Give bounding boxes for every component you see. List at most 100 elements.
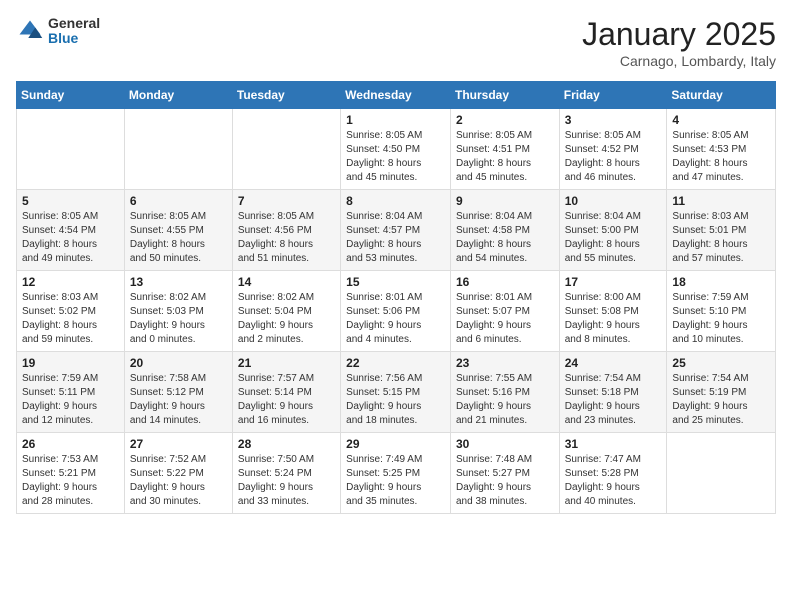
- calendar-cell: [232, 109, 340, 190]
- day-info: Sunrise: 8:05 AM Sunset: 4:55 PM Dayligh…: [130, 210, 227, 266]
- calendar-week-5: 26 Sunrise: 7:53 AM Sunset: 5:21 PM Dayli…: [17, 433, 776, 514]
- calendar-cell: 7 Sunrise: 8:05 AM Sunset: 4:56 PM Daylig…: [232, 190, 340, 271]
- calendar-header: SundayMondayTuesdayWednesdayThursdayFrid…: [17, 82, 776, 109]
- day-info: Sunrise: 7:56 AM Sunset: 5:15 PM Dayligh…: [346, 372, 445, 428]
- day-number: 28: [238, 437, 335, 451]
- logo-general-text: General: [48, 16, 100, 31]
- day-info: Sunrise: 8:05 AM Sunset: 4:52 PM Dayligh…: [565, 129, 662, 185]
- day-info: Sunrise: 7:47 AM Sunset: 5:28 PM Dayligh…: [565, 453, 662, 509]
- calendar-cell: 23 Sunrise: 7:55 AM Sunset: 5:16 PM Dayli…: [450, 352, 559, 433]
- calendar-cell: [17, 109, 125, 190]
- day-info: Sunrise: 7:55 AM Sunset: 5:16 PM Dayligh…: [456, 372, 554, 428]
- calendar-cell: 28 Sunrise: 7:50 AM Sunset: 5:24 PM Dayli…: [232, 433, 340, 514]
- day-number: 20: [130, 356, 227, 370]
- logo-icon: [16, 17, 44, 45]
- calendar-week-1: 1 Sunrise: 8:05 AM Sunset: 4:50 PM Daylig…: [17, 109, 776, 190]
- day-info: Sunrise: 8:04 AM Sunset: 4:58 PM Dayligh…: [456, 210, 554, 266]
- calendar-cell: 17 Sunrise: 8:00 AM Sunset: 5:08 PM Dayli…: [559, 271, 667, 352]
- day-info: Sunrise: 8:02 AM Sunset: 5:04 PM Dayligh…: [238, 291, 335, 347]
- day-number: 31: [565, 437, 662, 451]
- day-number: 25: [672, 356, 770, 370]
- header-day-monday: Monday: [124, 82, 232, 109]
- calendar-cell: 26 Sunrise: 7:53 AM Sunset: 5:21 PM Dayli…: [17, 433, 125, 514]
- header-row: SundayMondayTuesdayWednesdayThursdayFrid…: [17, 82, 776, 109]
- day-number: 21: [238, 356, 335, 370]
- day-info: Sunrise: 7:57 AM Sunset: 5:14 PM Dayligh…: [238, 372, 335, 428]
- calendar-cell: 22Sunrise: 7:56 AM Sunset: 5:15 PM Dayli…: [341, 352, 451, 433]
- day-number: 8: [346, 194, 445, 208]
- calendar-cell: 6 Sunrise: 8:05 AM Sunset: 4:55 PM Daylig…: [124, 190, 232, 271]
- day-number: 27: [130, 437, 227, 451]
- day-number: 18: [672, 275, 770, 289]
- header-day-friday: Friday: [559, 82, 667, 109]
- day-info: Sunrise: 8:02 AM Sunset: 5:03 PM Dayligh…: [130, 291, 227, 347]
- calendar-week-4: 19 Sunrise: 7:59 AM Sunset: 5:11 PM Dayli…: [17, 352, 776, 433]
- day-number: 19: [22, 356, 119, 370]
- day-info: Sunrise: 7:59 AM Sunset: 5:10 PM Dayligh…: [672, 291, 770, 347]
- day-number: 24: [565, 356, 662, 370]
- day-number: 29: [346, 437, 445, 451]
- day-info: Sunrise: 7:54 AM Sunset: 5:18 PM Dayligh…: [565, 372, 662, 428]
- day-number: 14: [238, 275, 335, 289]
- day-number: 26: [22, 437, 119, 451]
- calendar-cell: 10Sunrise: 8:04 AM Sunset: 5:00 PM Dayli…: [559, 190, 667, 271]
- title-area: January 2025 Carnago, Lombardy, Italy: [582, 16, 776, 69]
- day-info: Sunrise: 8:05 AM Sunset: 4:50 PM Dayligh…: [346, 129, 445, 185]
- calendar-cell: 1 Sunrise: 8:05 AM Sunset: 4:50 PM Daylig…: [341, 109, 451, 190]
- day-number: 6: [130, 194, 227, 208]
- day-number: 11: [672, 194, 770, 208]
- month-title: January 2025: [582, 16, 776, 53]
- day-number: 17: [565, 275, 662, 289]
- calendar-cell: 20 Sunrise: 7:58 AM Sunset: 5:12 PM Dayli…: [124, 352, 232, 433]
- day-number: 3: [565, 113, 662, 127]
- page-header: General Blue January 2025 Carnago, Lomba…: [16, 16, 776, 69]
- calendar-cell: 24 Sunrise: 7:54 AM Sunset: 5:18 PM Dayli…: [559, 352, 667, 433]
- calendar-cell: 5 Sunrise: 8:05 AM Sunset: 4:54 PM Daylig…: [17, 190, 125, 271]
- day-number: 16: [456, 275, 554, 289]
- calendar-cell: 21 Sunrise: 7:57 AM Sunset: 5:14 PM Dayli…: [232, 352, 340, 433]
- day-info: Sunrise: 8:05 AM Sunset: 4:51 PM Dayligh…: [456, 129, 554, 185]
- header-day-thursday: Thursday: [450, 82, 559, 109]
- day-number: 9: [456, 194, 554, 208]
- day-info: Sunrise: 8:04 AM Sunset: 5:00 PM Dayligh…: [565, 210, 662, 266]
- day-number: 30: [456, 437, 554, 451]
- day-info: Sunrise: 8:03 AM Sunset: 5:01 PM Dayligh…: [672, 210, 770, 266]
- day-info: Sunrise: 7:48 AM Sunset: 5:27 PM Dayligh…: [456, 453, 554, 509]
- day-info: Sunrise: 8:05 AM Sunset: 4:56 PM Dayligh…: [238, 210, 335, 266]
- calendar-cell: 4Sunrise: 8:05 AM Sunset: 4:53 PM Daylig…: [667, 109, 776, 190]
- calendar-cell: 3 Sunrise: 8:05 AM Sunset: 4:52 PM Daylig…: [559, 109, 667, 190]
- day-info: Sunrise: 7:53 AM Sunset: 5:21 PM Dayligh…: [22, 453, 119, 509]
- calendar-cell: [667, 433, 776, 514]
- day-info: Sunrise: 8:04 AM Sunset: 4:57 PM Dayligh…: [346, 210, 445, 266]
- day-info: Sunrise: 7:59 AM Sunset: 5:11 PM Dayligh…: [22, 372, 119, 428]
- day-info: Sunrise: 8:03 AM Sunset: 5:02 PM Dayligh…: [22, 291, 119, 347]
- day-number: 12: [22, 275, 119, 289]
- calendar-cell: 2 Sunrise: 8:05 AM Sunset: 4:51 PM Daylig…: [450, 109, 559, 190]
- calendar-cell: 25 Sunrise: 7:54 AM Sunset: 5:19 PM Dayli…: [667, 352, 776, 433]
- header-day-wednesday: Wednesday: [341, 82, 451, 109]
- header-day-saturday: Saturday: [667, 82, 776, 109]
- day-number: 2: [456, 113, 554, 127]
- day-info: Sunrise: 8:01 AM Sunset: 5:06 PM Dayligh…: [346, 291, 445, 347]
- calendar-cell: 11 Sunrise: 8:03 AM Sunset: 5:01 PM Dayli…: [667, 190, 776, 271]
- day-info: Sunrise: 7:58 AM Sunset: 5:12 PM Dayligh…: [130, 372, 227, 428]
- day-info: Sunrise: 8:05 AM Sunset: 4:54 PM Dayligh…: [22, 210, 119, 266]
- calendar-cell: 18 Sunrise: 7:59 AM Sunset: 5:10 PM Dayli…: [667, 271, 776, 352]
- day-info: Sunrise: 7:50 AM Sunset: 5:24 PM Dayligh…: [238, 453, 335, 509]
- day-number: 5: [22, 194, 119, 208]
- day-info: Sunrise: 7:54 AM Sunset: 5:19 PM Dayligh…: [672, 372, 770, 428]
- day-number: 1: [346, 113, 445, 127]
- day-number: 15: [346, 275, 445, 289]
- day-number: 7: [238, 194, 335, 208]
- day-info: Sunrise: 7:52 AM Sunset: 5:22 PM Dayligh…: [130, 453, 227, 509]
- logo: General Blue: [16, 16, 100, 47]
- day-info: Sunrise: 8:00 AM Sunset: 5:08 PM Dayligh…: [565, 291, 662, 347]
- calendar-cell: 15 Sunrise: 8:01 AM Sunset: 5:06 PM Dayli…: [341, 271, 451, 352]
- day-info: Sunrise: 8:01 AM Sunset: 5:07 PM Dayligh…: [456, 291, 554, 347]
- header-day-sunday: Sunday: [17, 82, 125, 109]
- calendar-week-2: 5 Sunrise: 8:05 AM Sunset: 4:54 PM Daylig…: [17, 190, 776, 271]
- day-number: 23: [456, 356, 554, 370]
- header-day-tuesday: Tuesday: [232, 82, 340, 109]
- calendar-table: SundayMondayTuesdayWednesdayThursdayFrid…: [16, 81, 776, 514]
- calendar-cell: [124, 109, 232, 190]
